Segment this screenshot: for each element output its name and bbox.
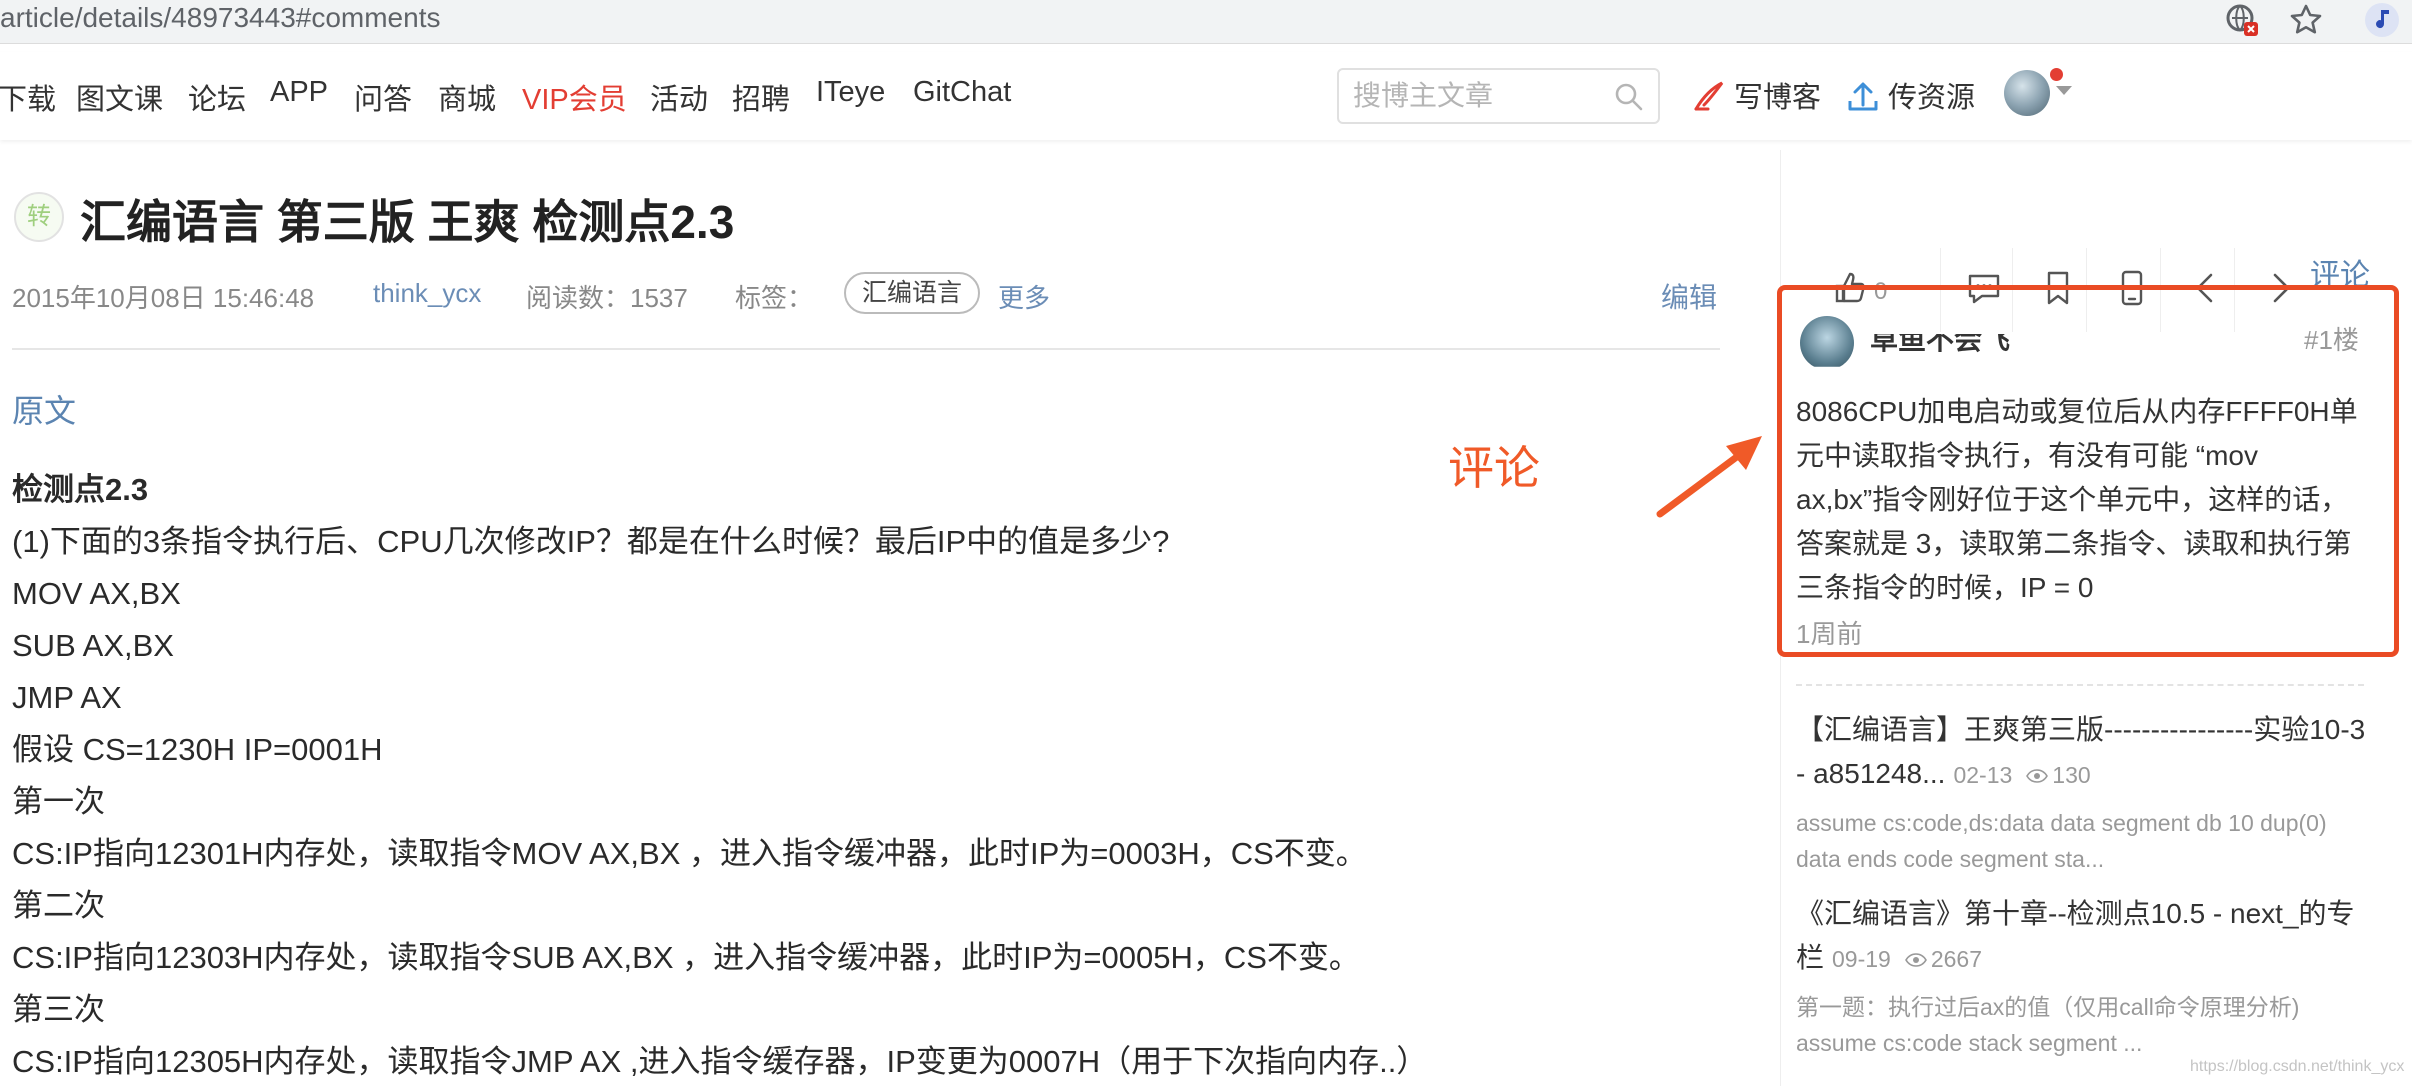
recommend-item[interactable]: 【汇编语言】王爽第三版----------------实验10-3 - a851… <box>1796 708 2368 877</box>
recommend-date: 02-13 <box>1953 762 2013 788</box>
blog-search-input[interactable] <box>1353 78 1593 114</box>
music-extension-icon[interactable] <box>2364 2 2400 38</box>
nav-item-mall[interactable]: 商城 <box>438 76 496 118</box>
body-line: SUB AX,BX <box>12 628 174 663</box>
body-line: 第一次 <box>12 784 105 819</box>
article-author-link[interactable]: think_ycx <box>373 278 481 309</box>
body-line: CS:IP指向12305H内存处，读取指令JMP AX ,进入指令缓存器，IP变… <box>12 1044 1428 1079</box>
nav-item-forum[interactable]: 论坛 <box>188 76 246 118</box>
body-line: 假设 CS=1230H IP=0001H <box>12 732 383 767</box>
nav-item-iteye[interactable]: ITeye <box>816 76 885 109</box>
nav-item-download[interactable]: 下载 <box>0 76 56 118</box>
nav-item-qa[interactable]: 问答 <box>354 76 412 118</box>
nav-item-app[interactable]: APP <box>270 76 328 109</box>
site-nav: 下载 图文课 论坛 APP 问答 商城 VIP会员 活动 招聘 ITeye Gi… <box>0 52 2412 140</box>
recommend-views-count: 2667 <box>1930 946 1983 972</box>
article-read-count: 阅读数：1537 <box>526 283 688 313</box>
comment-highlight-box <box>1777 285 2399 657</box>
body-line: 第三次 <box>12 992 105 1027</box>
comment-divider <box>1796 684 2364 686</box>
article-date: 2015年10月08日 15:46:48 <box>12 283 315 313</box>
bookmark-star-icon[interactable] <box>2288 2 2324 38</box>
eye-icon <box>1904 953 1927 967</box>
nav-item-gitchat[interactable]: GitChat <box>913 76 1011 109</box>
browser-url-bar: article/details/48973443#comments <box>0 0 2412 44</box>
annotation-label: 评论 <box>1448 442 1540 494</box>
address-text[interactable]: article/details/48973443#comments <box>0 2 440 34</box>
nav-item-courses[interactable]: 图文课 <box>76 76 163 118</box>
upload-icon <box>1848 82 1878 111</box>
recommend-desc: assume cs:code,ds:data data segment db 1… <box>1796 810 2327 872</box>
write-blog-button[interactable]: 写博客 <box>1692 74 1821 114</box>
tags-label: 标签： <box>735 283 814 313</box>
header-divider <box>12 348 1720 350</box>
body-line: CS:IP指向12303H内存处，读取指令SUB AX,BX ，进入指令缓冲器，… <box>12 940 1360 975</box>
body-line: (1)下面的3条指令执行后、CPU几次修改IP？都是在什么时候？最后IP中的值是… <box>12 524 1170 559</box>
recommend-desc: 第一题：执行过后ax的值（仅用call命令原理分析) assume cs:cod… <box>1796 994 2300 1056</box>
search-icon[interactable] <box>1614 82 1644 112</box>
tag-assembly[interactable]: 汇编语言 <box>844 272 981 314</box>
eye-icon <box>2026 769 2049 783</box>
edit-link[interactable]: 编辑 <box>1661 276 1717 316</box>
blog-search-box <box>1337 68 1660 124</box>
upload-resource-button[interactable]: 传资源 <box>1846 74 1975 114</box>
chevron-down-icon[interactable] <box>2056 86 2072 95</box>
article-body: 检测点2.3 (1)下面的3条指令执行后、CPU几次修改IP？都是在什么时候？最… <box>12 464 1712 1086</box>
repost-badge: 转 <box>14 192 64 242</box>
recommend-views-count: 130 <box>2052 762 2091 788</box>
recommend-views: 130 <box>2026 762 2091 788</box>
body-line: CS:IP指向12301H内存处，读取指令MOV AX,BX ，进入指令缓冲器，… <box>12 836 1367 871</box>
body-line: JMP AX <box>12 680 122 715</box>
article-title: 汇编语言 第三版 王爽 检测点2.3 <box>80 196 735 248</box>
recommend-views: 2667 <box>1904 946 1983 972</box>
original-link[interactable]: 原文 <box>12 386 76 432</box>
blocked-popup-icon[interactable] <box>2224 2 2260 38</box>
body-line: MOV AX,BX <box>12 576 181 611</box>
more-tags-link[interactable]: 更多 <box>998 278 1050 315</box>
nav-item-jobs[interactable]: 招聘 <box>732 76 790 118</box>
pen-icon <box>1694 81 1724 111</box>
notification-dot <box>2050 68 2063 81</box>
article-main: 转 汇编语言 第三版 王爽 检测点2.3 2015年10月08日 15:46:4… <box>0 150 1745 1086</box>
watermark: https://blog.csdn.net/think_ycx <box>2190 1058 2405 1075</box>
recommend-date: 09-19 <box>1832 946 1891 972</box>
upload-resource-label: 传资源 <box>1888 82 1976 114</box>
user-avatar[interactable] <box>2004 70 2050 116</box>
write-blog-label: 写博客 <box>1734 82 1822 114</box>
body-line: 第二次 <box>12 888 105 923</box>
recommend-item[interactable]: 《汇编语言》第十章--检测点10.5 - next_的专栏 09-19 2667 第… <box>1796 892 2368 1061</box>
nav-item-vip[interactable]: VIP会员 <box>522 76 627 118</box>
nav-item-activities[interactable]: 活动 <box>650 76 708 118</box>
